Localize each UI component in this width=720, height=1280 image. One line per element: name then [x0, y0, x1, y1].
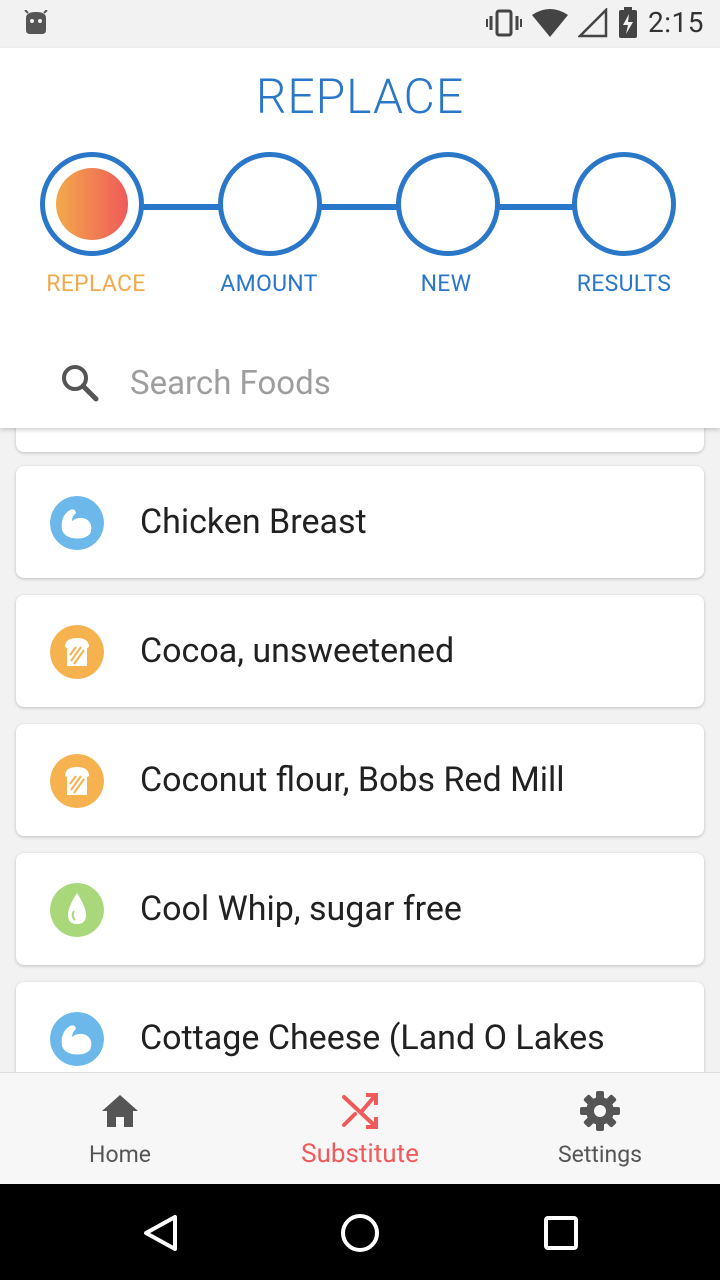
step-replace[interactable]: [40, 152, 144, 256]
step-label-new: NEW: [420, 270, 472, 297]
list-item[interactable]: Cottage Cheese (Land O Lakes: [16, 982, 704, 1072]
step-label-amount: AMOUNT: [220, 270, 318, 297]
vibrate-icon: [486, 9, 522, 36]
step-active-indicator: [56, 168, 128, 240]
clock: 2:15: [648, 6, 704, 39]
step-new[interactable]: [396, 152, 500, 256]
bottom-navigation: Home Substitute Settings: [0, 1072, 720, 1185]
step-connector: [140, 204, 230, 210]
bread-icon: [50, 754, 104, 808]
food-list[interactable]: Chicken Breast Cocoa, unsweetened Coconu…: [0, 428, 720, 1072]
cell-signal-icon: [578, 7, 608, 37]
list-item[interactable]: [16, 428, 704, 452]
step-label-results: RESULTS: [576, 270, 672, 297]
food-label: Cocoa, unsweetened: [140, 631, 455, 671]
system-navigation-bar: [0, 1184, 720, 1280]
protein-icon: [50, 1012, 104, 1066]
search-bar[interactable]: Search Foods: [60, 360, 331, 406]
food-label: Coconut flour, Bobs Red Mill: [140, 760, 565, 800]
back-icon[interactable]: [142, 1214, 178, 1252]
gear-icon: [580, 1091, 620, 1131]
nav-label-settings: Settings: [558, 1141, 642, 1168]
list-item[interactable]: Cocoa, unsweetened: [16, 595, 704, 707]
search-input[interactable]: Search Foods: [130, 364, 331, 403]
step-connector: [318, 204, 408, 210]
wifi-icon: [532, 8, 568, 37]
stepper: REPLACE AMOUNT NEW RESULTS: [0, 148, 720, 328]
recents-icon[interactable]: [543, 1215, 579, 1251]
bread-icon: [50, 625, 104, 679]
food-label: Cottage Cheese (Land O Lakes: [140, 1018, 605, 1058]
nav-settings[interactable]: Settings: [480, 1073, 720, 1185]
nav-substitute[interactable]: Substitute: [240, 1073, 480, 1185]
step-amount[interactable]: [218, 152, 322, 256]
shuffle-icon: [342, 1093, 378, 1129]
battery-charging-icon: [619, 6, 637, 38]
header-card: REPLACE REPLACE AMOUNT NEW RESULTS Searc…: [0, 48, 720, 428]
protein-icon: [50, 496, 104, 550]
home-circle-icon[interactable]: [340, 1213, 380, 1253]
page-title: REPLACE: [255, 68, 465, 125]
list-item[interactable]: Cool Whip, sugar free: [16, 853, 704, 965]
step-results[interactable]: [572, 152, 676, 256]
list-item[interactable]: Chicken Breast: [16, 466, 704, 578]
drop-icon: [50, 883, 104, 937]
nav-label-home: Home: [89, 1141, 151, 1168]
nav-home[interactable]: Home: [0, 1073, 240, 1185]
step-label-replace: REPLACE: [46, 270, 146, 297]
food-label: Cool Whip, sugar free: [140, 889, 462, 929]
food-label: Chicken Breast: [140, 502, 367, 542]
home-icon: [102, 1095, 138, 1127]
list-item[interactable]: Coconut flour, Bobs Red Mill: [16, 724, 704, 836]
nav-label-substitute: Substitute: [301, 1139, 419, 1169]
android-notification-icon: [24, 10, 48, 34]
status-bar: 2:15: [0, 0, 720, 48]
search-icon: [62, 365, 99, 402]
